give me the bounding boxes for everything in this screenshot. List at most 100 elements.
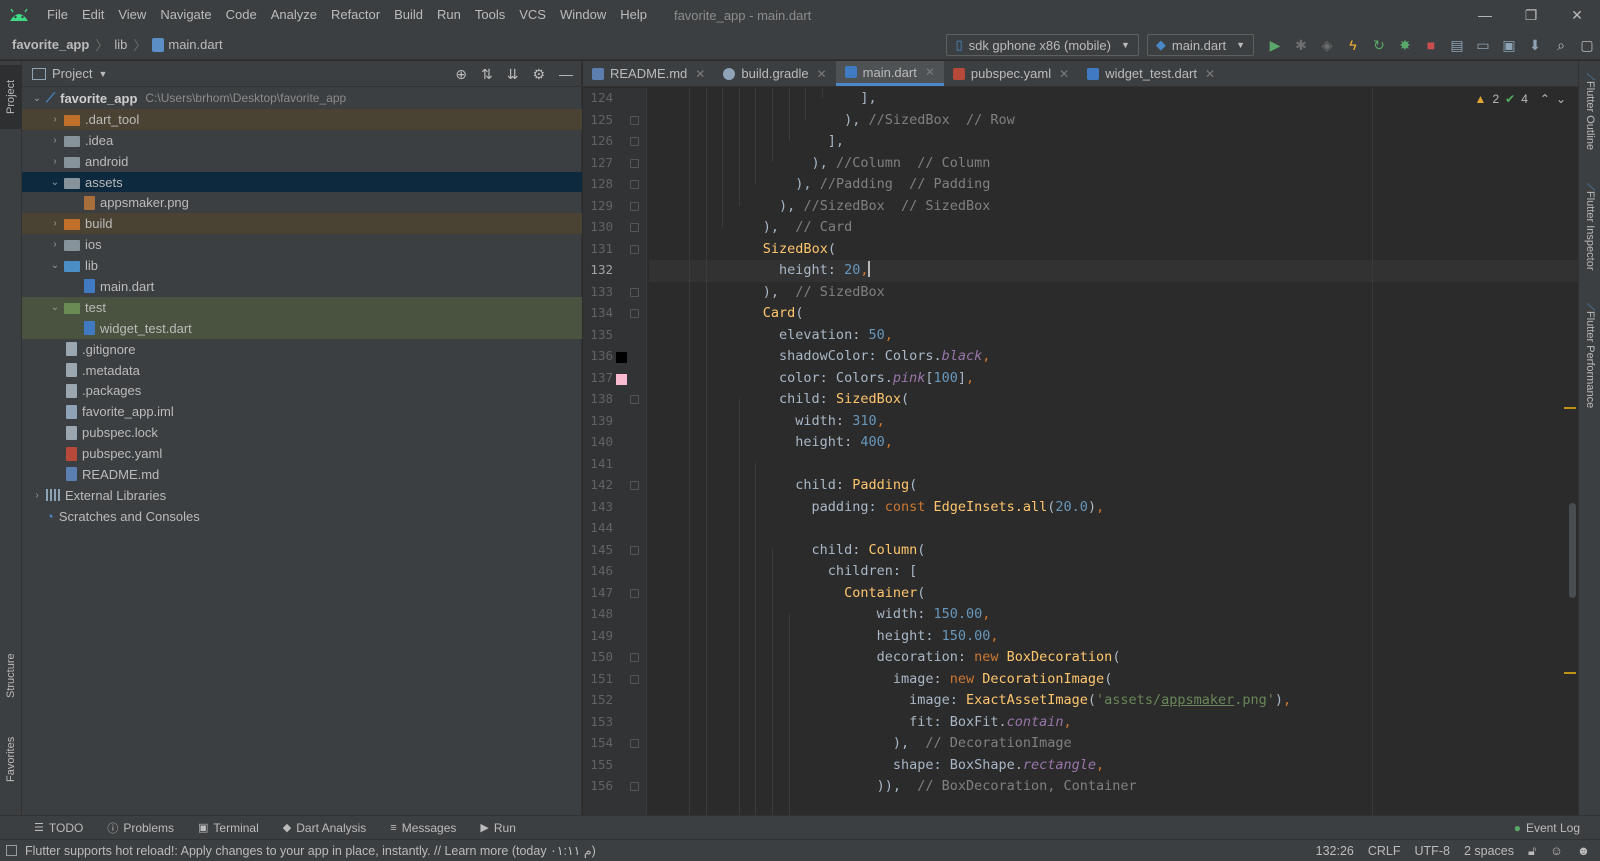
code-editor[interactable]: 124 125 126 127 128 129 130 131 132 133 … bbox=[583, 88, 1578, 815]
locate-file-icon[interactable]: ⊕ bbox=[455, 66, 467, 83]
line-separator[interactable]: CRLF bbox=[1368, 844, 1401, 858]
tree-item-readme[interactable]: README.md bbox=[22, 464, 582, 485]
stripe-tab-project[interactable]: Project bbox=[0, 65, 22, 129]
tree-item-android[interactable]: › android bbox=[22, 151, 582, 172]
close-icon[interactable]: ✕ bbox=[695, 67, 705, 81]
notifications-icon[interactable]: ☻ bbox=[1577, 844, 1590, 858]
editor-gutter[interactable]: 124 125 126 127 128 129 130 131 132 133 … bbox=[583, 88, 647, 815]
editor-scrollbar[interactable] bbox=[1564, 88, 1578, 815]
fold-marker-icon[interactable] bbox=[630, 137, 639, 146]
breadcrumb-file[interactable]: main.dart bbox=[168, 37, 222, 52]
tree-item-test[interactable]: ⌄ test bbox=[22, 296, 582, 318]
menu-refactor[interactable]: Refactor bbox=[324, 0, 387, 30]
tool-messages[interactable]: ≡ Messages bbox=[378, 821, 468, 835]
fold-marker-icon[interactable] bbox=[630, 546, 639, 555]
fold-marker-icon[interactable] bbox=[630, 223, 639, 232]
hot-restart-icon[interactable]: ↻ bbox=[1366, 32, 1392, 58]
tree-item-lib[interactable]: ⌄ lib bbox=[22, 255, 582, 276]
menu-navigate[interactable]: Navigate bbox=[153, 0, 218, 30]
hot-reload-icon[interactable]: ϟ bbox=[1340, 32, 1366, 58]
tree-item-widget-test[interactable]: widget_test.dart bbox=[22, 317, 582, 339]
hide-panel-icon[interactable]: — bbox=[559, 66, 573, 82]
stripe-tab-flutter-inspector[interactable]: ⟋ Flutter Inspector bbox=[1579, 179, 1600, 289]
attach-debugger-icon[interactable]: ✸ bbox=[1392, 32, 1418, 58]
fold-marker-icon[interactable] bbox=[630, 180, 639, 189]
minimize-button[interactable]: — bbox=[1462, 0, 1508, 30]
maximize-button[interactable]: ❐ bbox=[1508, 0, 1554, 30]
tree-item-pubspec-lock[interactable]: pubspec.lock bbox=[22, 422, 582, 443]
toggle-tool-windows-icon[interactable] bbox=[6, 845, 17, 856]
tree-item-iml[interactable]: favorite_app.iml bbox=[22, 401, 582, 422]
menu-window[interactable]: Window bbox=[553, 0, 613, 30]
warning-stripe-mark[interactable] bbox=[1564, 672, 1576, 674]
scrollbar-thumb[interactable] bbox=[1569, 503, 1576, 598]
run-with-coverage-icon[interactable]: ◈ bbox=[1314, 32, 1340, 58]
caret-position[interactable]: 132:26 bbox=[1316, 844, 1354, 858]
tree-item-pubspec-yaml[interactable]: pubspec.yaml bbox=[22, 443, 582, 464]
tree-item-external-libraries[interactable]: › External Libraries bbox=[22, 485, 582, 506]
tree-item-dart-tool[interactable]: › .dart_tool bbox=[22, 108, 582, 130]
color-swatch-pink[interactable] bbox=[616, 373, 627, 385]
fold-marker-icon[interactable] bbox=[630, 288, 639, 297]
menu-help[interactable]: Help bbox=[613, 0, 654, 30]
fold-marker-icon[interactable] bbox=[630, 675, 639, 684]
chevron-down-icon[interactable]: ▼ bbox=[98, 69, 107, 79]
tree-item-idea[interactable]: › .idea bbox=[22, 130, 582, 151]
menu-tools[interactable]: Tools bbox=[468, 0, 512, 30]
search-icon[interactable]: ⌕ bbox=[1548, 32, 1574, 58]
status-message[interactable]: Flutter supports hot reload!: Apply chan… bbox=[25, 843, 596, 858]
menu-vcs[interactable]: VCS bbox=[512, 0, 553, 30]
fold-marker-icon[interactable] bbox=[630, 116, 639, 125]
code-text-area[interactable]: ], ), //SizedBox // Row ], ), //Column /… bbox=[649, 88, 1578, 815]
lock-icon[interactable]: 🔓︎ bbox=[1528, 844, 1536, 859]
fold-marker-icon[interactable] bbox=[630, 739, 639, 748]
tool-todo[interactable]: ☰ TODO bbox=[22, 821, 95, 835]
menu-run[interactable]: Run bbox=[430, 0, 468, 30]
tree-item-appsmaker-png[interactable]: appsmaker.png bbox=[22, 192, 582, 213]
stop-icon[interactable]: ■ bbox=[1418, 32, 1444, 58]
project-view-selector[interactable]: Project bbox=[52, 66, 92, 81]
file-encoding[interactable]: UTF-8 bbox=[1415, 844, 1450, 858]
tool-dart-analysis[interactable]: ◆ Dart Analysis bbox=[271, 821, 379, 835]
tab-pubspec-yaml[interactable]: pubspec.yaml ✕ bbox=[944, 61, 1078, 86]
color-swatch-black[interactable] bbox=[616, 352, 627, 363]
breadcrumb-project[interactable]: favorite_app bbox=[12, 37, 89, 52]
collapse-all-icon[interactable]: ⇊ bbox=[507, 66, 519, 83]
debug-icon[interactable]: ✱ bbox=[1288, 32, 1314, 58]
tool-problems[interactable]: ⓘ Problems bbox=[95, 820, 186, 836]
fold-marker-icon[interactable] bbox=[630, 202, 639, 211]
tree-item-root[interactable]: ⌄ ⟋ favorite_app C:\Users\brhom\Desktop\… bbox=[22, 88, 582, 109]
tree-item-metadata[interactable]: .metadata bbox=[22, 360, 582, 381]
tree-item-build[interactable]: › build bbox=[22, 213, 582, 235]
close-icon[interactable]: ✕ bbox=[817, 67, 827, 81]
fold-marker-icon[interactable] bbox=[630, 309, 639, 318]
avd-manager-icon[interactable]: ▭ bbox=[1470, 32, 1496, 58]
chevron-down-icon[interactable]: ⌄ bbox=[46, 302, 64, 313]
chevron-right-icon[interactable]: › bbox=[46, 156, 64, 167]
project-structure-icon[interactable]: ▤ bbox=[1444, 32, 1470, 58]
tab-build-gradle[interactable]: build.gradle ✕ bbox=[714, 61, 835, 86]
chevron-right-icon[interactable]: › bbox=[46, 239, 64, 250]
device-manager-icon[interactable]: ▣ bbox=[1496, 32, 1522, 58]
chevron-right-icon[interactable]: › bbox=[46, 114, 64, 125]
chevron-down-icon[interactable]: ⌄ bbox=[28, 93, 46, 104]
stripe-tab-structure[interactable]: Structure bbox=[0, 641, 22, 711]
event-log-button[interactable]: ● Event Log bbox=[1514, 816, 1580, 840]
sdk-manager-icon[interactable]: ⬇ bbox=[1522, 32, 1548, 58]
stripe-tab-flutter-performance[interactable]: ⟋ Flutter Performance bbox=[1579, 299, 1600, 419]
tool-terminal[interactable]: ▣ Terminal bbox=[186, 821, 271, 835]
gear-icon[interactable]: ⚙ bbox=[532, 66, 545, 83]
close-window-button[interactable]: ✕ bbox=[1554, 0, 1600, 30]
fold-marker-icon[interactable] bbox=[630, 395, 639, 404]
chevron-right-icon[interactable]: › bbox=[46, 135, 64, 146]
run-config-selector[interactable]: ◆ main.dart ▼ bbox=[1146, 34, 1254, 56]
previous-highlight-icon[interactable]: ⌃ bbox=[1540, 92, 1550, 106]
menu-file[interactable]: File bbox=[40, 0, 75, 30]
tree-item-scratches[interactable]: ◔ Scratches and Consoles bbox=[22, 506, 582, 527]
tree-item-assets[interactable]: ⌄ assets bbox=[22, 171, 582, 193]
chevron-right-icon[interactable]: › bbox=[46, 218, 64, 229]
warning-stripe-mark[interactable] bbox=[1564, 407, 1576, 409]
menu-analyze[interactable]: Analyze bbox=[264, 0, 324, 30]
tool-run[interactable]: ▶ Run bbox=[468, 821, 527, 835]
fold-marker-icon[interactable] bbox=[630, 653, 639, 662]
